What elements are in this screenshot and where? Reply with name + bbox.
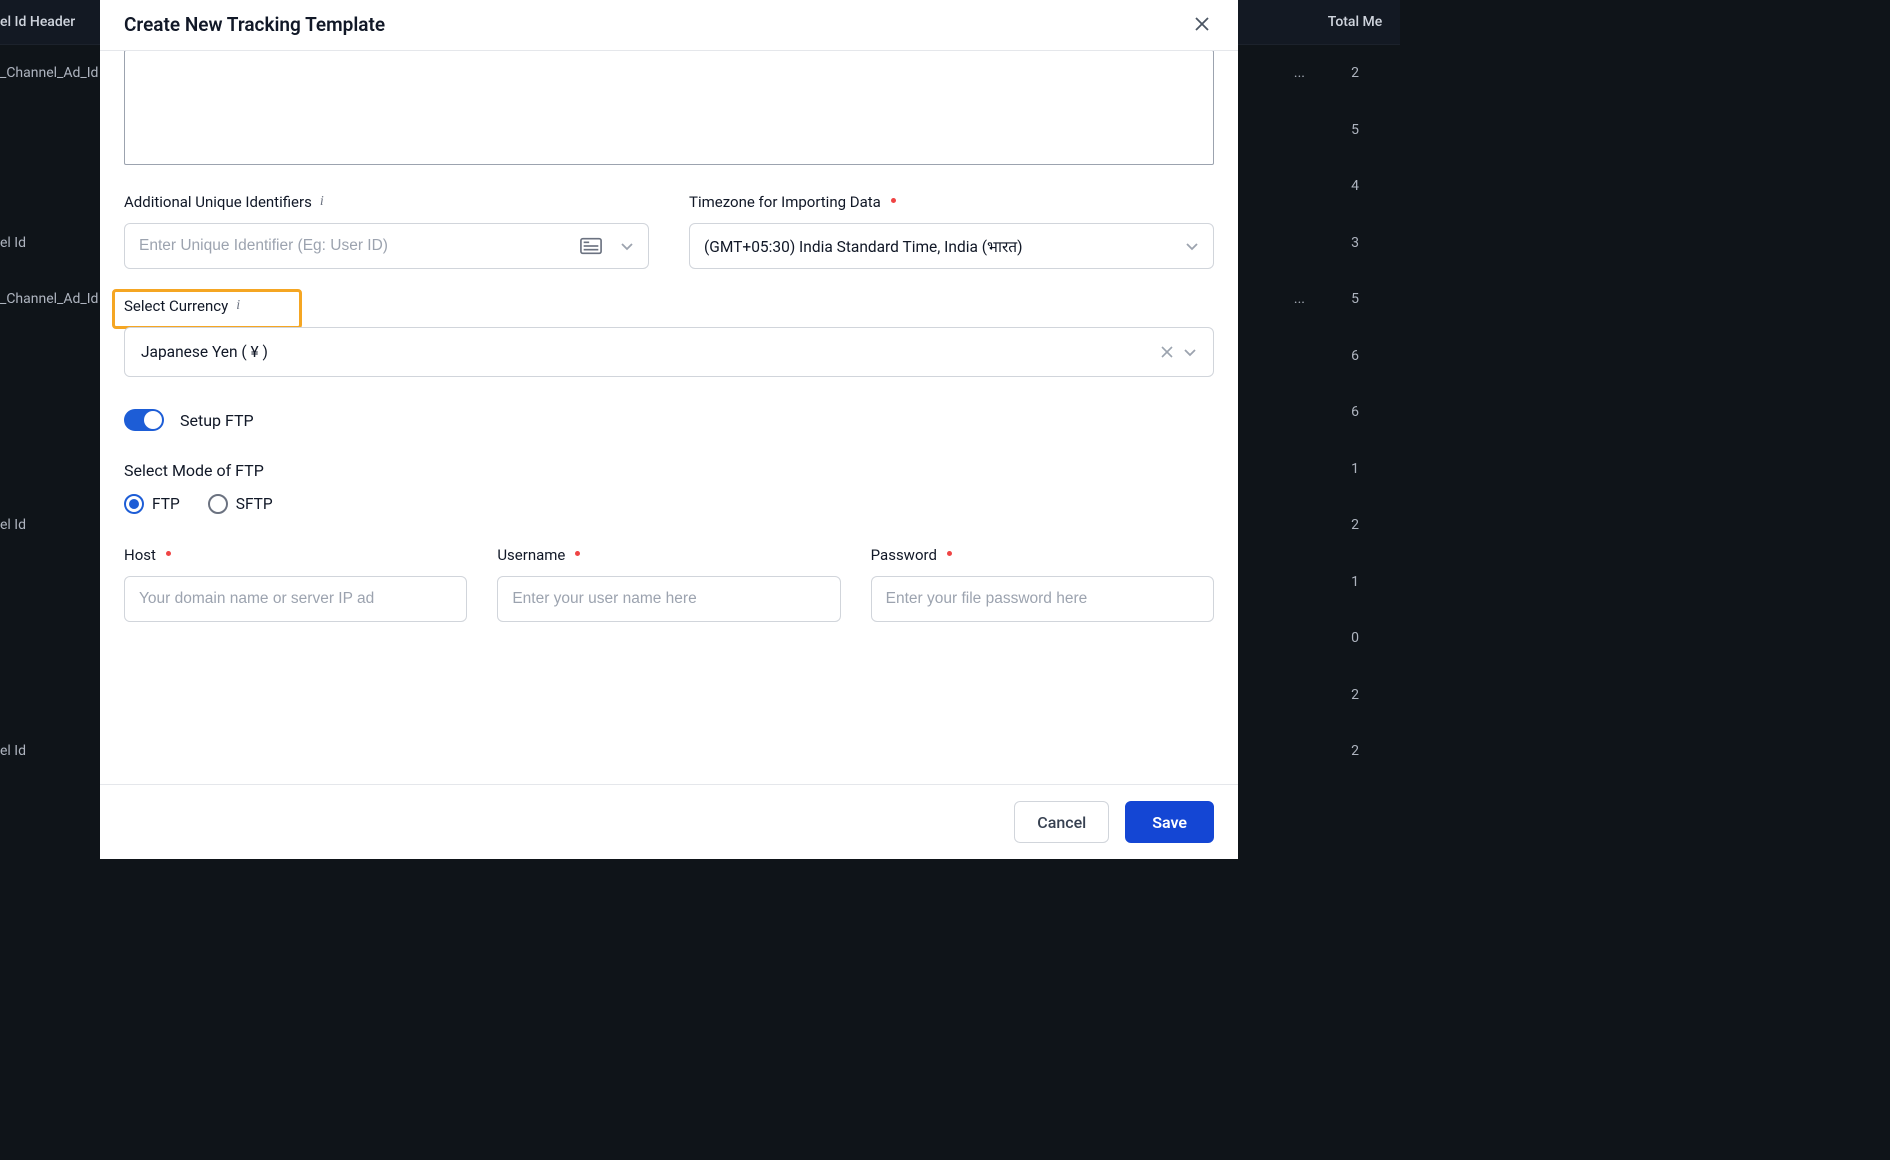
toggle-knob [144, 411, 162, 429]
bg-row-count: 2 [1315, 517, 1395, 533]
currency-select[interactable]: Japanese Yen ( ¥ ) [124, 327, 1214, 377]
host-input[interactable] [139, 590, 452, 608]
radio-sftp-label: SFTP [236, 495, 273, 513]
currency-label-text: Select Currency [124, 297, 228, 315]
radio-indicator [124, 494, 144, 514]
info-icon: i [236, 298, 240, 314]
currency-label: Select Currency i [124, 297, 1214, 315]
close-icon [1161, 346, 1173, 358]
bg-header-right: Total Me [1315, 14, 1395, 30]
host-label-text: Host [124, 546, 156, 564]
mode-ftp-label: Select Mode of FTP [124, 461, 1214, 480]
card-icon [580, 237, 602, 255]
setup-ftp-label: Setup FTP [180, 411, 254, 430]
description-textarea[interactable] [124, 51, 1214, 165]
bg-row-count: 3 [1315, 235, 1395, 251]
bg-row-count: 2 [1315, 687, 1395, 703]
required-dot [891, 198, 896, 203]
unique-identifier-input-wrap[interactable] [124, 223, 649, 269]
bg-row-count: 5 [1315, 291, 1395, 307]
radio-ftp-label: FTP [152, 495, 180, 513]
modal-body: Additional Unique Identifiers i [100, 51, 1238, 784]
password-input-wrap[interactable] [871, 576, 1214, 622]
radio-ftp[interactable]: FTP [124, 494, 180, 514]
bg-row-suffix: ... [1294, 291, 1305, 307]
required-dot [947, 551, 952, 556]
username-input[interactable] [512, 590, 825, 608]
timezone-label: Timezone for Importing Data [689, 193, 1214, 211]
save-button[interactable]: Save [1125, 801, 1214, 843]
host-label: Host [124, 546, 467, 564]
setup-ftp-toggle[interactable] [124, 409, 164, 431]
bg-row-count: 6 [1315, 404, 1395, 420]
password-label-text: Password [871, 546, 937, 564]
modal-title: Create New Tracking Template [124, 13, 385, 36]
unique-identifier-input[interactable] [139, 237, 580, 255]
host-input-wrap[interactable] [124, 576, 467, 622]
bg-row-count: 0 [1315, 630, 1395, 646]
modal-footer: Cancel Save [100, 784, 1238, 859]
clear-currency-button[interactable] [1161, 343, 1173, 362]
required-dot [166, 551, 171, 556]
radio-sftp[interactable]: SFTP [208, 494, 273, 514]
username-label: Username [497, 546, 840, 564]
modal-header: Create New Tracking Template [100, 0, 1238, 51]
timezone-select[interactable]: (GMT+05:30) India Standard Time, India (… [689, 223, 1214, 269]
info-icon: i [320, 194, 324, 210]
username-input-wrap[interactable] [497, 576, 840, 622]
bg-row-suffix: ... [1294, 65, 1305, 81]
bg-row-count: 5 [1315, 122, 1395, 138]
chevron-down-icon [620, 239, 634, 253]
chevron-down-icon [1185, 239, 1199, 253]
password-label: Password [871, 546, 1214, 564]
bg-row-count: 1 [1315, 461, 1395, 477]
bg-row-count: 4 [1315, 178, 1395, 194]
currency-value: Japanese Yen ( ¥ ) [141, 343, 1161, 361]
close-icon [1194, 16, 1210, 32]
chevron-down-icon [1183, 345, 1197, 359]
timezone-label-text: Timezone for Importing Data [689, 193, 881, 211]
bg-row-count: 2 [1315, 65, 1395, 81]
radio-indicator [208, 494, 228, 514]
timezone-value: (GMT+05:30) India Standard Time, India (… [704, 235, 1185, 257]
required-dot [575, 551, 580, 556]
bg-row-count: 2 [1315, 743, 1395, 759]
cancel-button[interactable]: Cancel [1014, 801, 1109, 843]
additional-ids-label-text: Additional Unique Identifiers [124, 193, 312, 211]
modal: Create New Tracking Template Additional … [100, 0, 1238, 859]
username-label-text: Username [497, 546, 565, 564]
close-button[interactable] [1190, 12, 1214, 36]
password-input[interactable] [886, 590, 1199, 608]
bg-row-count: 1 [1315, 574, 1395, 590]
bg-row-count: 6 [1315, 348, 1395, 364]
additional-ids-label: Additional Unique Identifiers i [124, 193, 649, 211]
